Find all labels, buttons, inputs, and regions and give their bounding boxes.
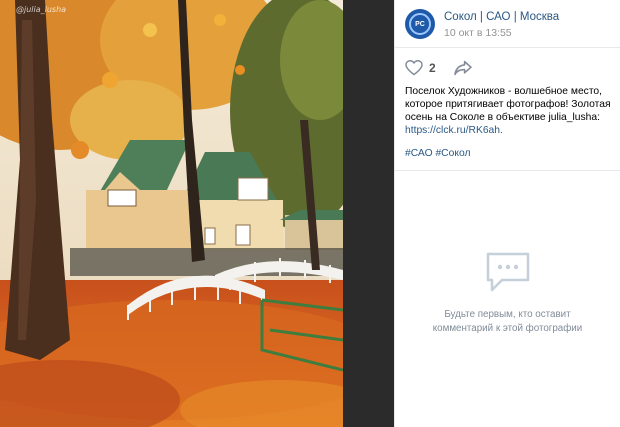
post-text-line: Поселок Художников - волшебное место, (405, 86, 603, 97)
post-text-line: осень на Соколе в объективе julia_lusha: (405, 112, 600, 123)
comment-bubble-icon (486, 252, 529, 292)
empty-comments: Будьте первым, кто оставит комментарий к… (395, 250, 620, 336)
post-header: PC Сокол | САО | Москва 10 окт в 13:55 (395, 0, 620, 48)
autumn-photo-image (0, 0, 343, 427)
photo-viewer: @julia_lusha (0, 0, 394, 427)
post-date[interactable]: 10 окт в 13:55 (444, 27, 512, 39)
empty-comments-line: комментарий к этой фотографии (432, 323, 583, 334)
post-photo[interactable]: @julia_lusha (0, 0, 343, 427)
empty-comments-text: Будьте первым, кто оставит комментарий к… (395, 308, 620, 336)
heart-icon (405, 60, 423, 76)
post-link[interactable]: https://clck.ru/RK6ah. (405, 124, 615, 137)
share-icon (454, 60, 472, 76)
like-count: 2 (429, 61, 436, 75)
post-text-line: которое притягивает фотографов! Золотая (405, 99, 611, 110)
share-button[interactable] (453, 60, 473, 81)
post-hashtags[interactable]: #САО #Сокол (405, 148, 470, 159)
like-button[interactable]: 2 (405, 60, 436, 76)
group-name-link[interactable]: Сокол | САО | Москва (444, 11, 559, 23)
group-avatar[interactable]: PC (405, 9, 435, 39)
empty-comments-line: Будьте первым, кто оставит (444, 309, 571, 320)
photo-watermark: @julia_lusha (16, 5, 67, 14)
divider (395, 170, 620, 171)
avatar-logo: PC (409, 13, 431, 35)
post-sidebar: PC Сокол | САО | Москва 10 окт в 13:55 2… (394, 0, 620, 427)
post-text: Поселок Художников - волшебное место, ко… (405, 85, 615, 137)
post-actions: 2 (395, 60, 620, 80)
